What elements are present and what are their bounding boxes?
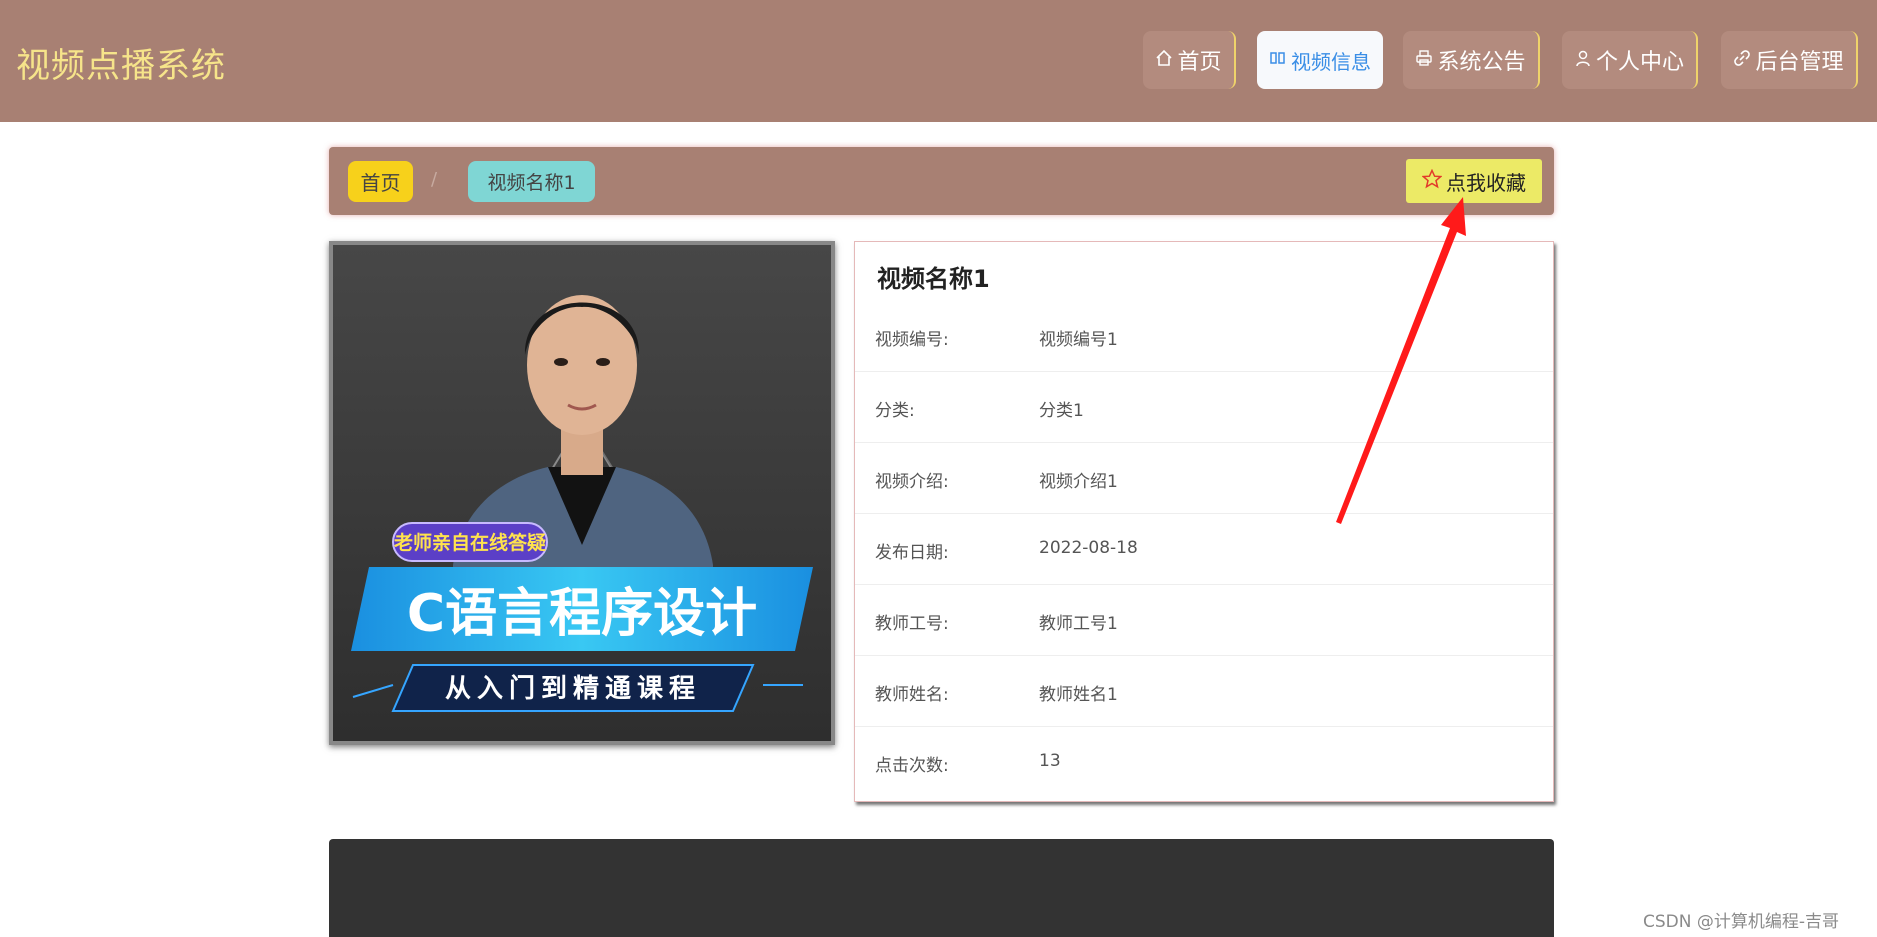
favorite-button-label: 点我收藏 — [1446, 170, 1526, 195]
nav-admin[interactable]: 后台管理 — [1721, 31, 1858, 89]
breadcrumb: 首页 / 视频名称1 点我收藏 — [329, 147, 1554, 215]
detail-row: 教师工号: 教师工号1 — [855, 585, 1553, 656]
detail-row: 视频编号: 视频编号1 — [855, 301, 1553, 372]
nav-profile-label: 个人中心 — [1595, 50, 1684, 75]
detail-value: 分类1 — [1039, 401, 1084, 421]
detail-row: 分类: 分类1 — [855, 372, 1553, 443]
nav-announcements[interactable]: 系统公告 — [1403, 31, 1540, 89]
cover-badge-text: 老师亲自在线答疑 — [394, 531, 546, 554]
printer-icon — [1415, 48, 1433, 73]
nav-home-label: 首页 — [1177, 50, 1222, 75]
user-icon — [1574, 48, 1592, 73]
nav-admin-label: 后台管理 — [1755, 50, 1844, 75]
top-header: 视频点播系统 首页 视频信息 系统公告 个人中心 后台管理 — [0, 0, 1877, 122]
nav-home[interactable]: 首页 — [1143, 31, 1236, 89]
app-title: 视频点播系统 — [16, 46, 226, 86]
detail-label: 发布日期: — [875, 543, 949, 563]
detail-label: 教师工号: — [875, 614, 949, 634]
cover-title-text: C语言程序设计 — [407, 584, 757, 644]
detail-label: 点击次数: — [875, 756, 949, 776]
watermark: CSDN @计算机编程-吉哥 — [1643, 912, 1840, 932]
detail-value: 教师工号1 — [1039, 614, 1118, 634]
detail-label: 教师姓名: — [875, 685, 949, 705]
detail-row: 点击次数: 13 — [855, 727, 1553, 798]
detail-value: 视频编号1 — [1039, 330, 1118, 350]
breadcrumb-current: 视频名称1 — [468, 161, 595, 202]
nav-video-info-label: 视频信息 — [1291, 49, 1371, 74]
detail-row: 教师姓名: 教师姓名1 — [855, 656, 1553, 727]
detail-row: 视频介绍: 视频介绍1 — [855, 443, 1553, 514]
breadcrumb-home-link[interactable]: 首页 — [348, 161, 413, 202]
home-icon — [1155, 48, 1173, 73]
video-cover-image: 老师亲自在线答疑 C语言程序设计 从入门到精通课程 — [329, 241, 835, 745]
nav-profile[interactable]: 个人中心 — [1562, 31, 1698, 89]
star-icon — [1421, 168, 1443, 194]
nav-announcements-label: 系统公告 — [1437, 50, 1526, 75]
detail-row: 发布日期: 2022-08-18 — [855, 514, 1553, 585]
breadcrumb-separator: / — [431, 169, 438, 190]
detail-value: 2022-08-18 — [1039, 538, 1138, 558]
nav-video-info[interactable]: 视频信息 — [1257, 31, 1383, 89]
detail-label: 分类: — [875, 401, 915, 421]
favorite-button[interactable]: 点我收藏 — [1406, 159, 1542, 203]
video-player-area[interactable] — [329, 839, 1554, 937]
cover-subtitle-text: 从入门到精通课程 — [445, 674, 701, 704]
video-title: 视频名称1 — [877, 265, 990, 293]
video-icon — [1269, 48, 1287, 72]
link-icon — [1733, 48, 1751, 73]
video-detail-panel: 视频名称1 视频编号: 视频编号1 分类: 分类1 视频介绍: 视频介绍1 发布… — [854, 241, 1554, 802]
detail-value: 视频介绍1 — [1039, 472, 1118, 492]
detail-label: 视频编号: — [875, 330, 949, 350]
detail-value: 教师姓名1 — [1039, 685, 1118, 705]
detail-value: 13 — [1039, 751, 1061, 771]
detail-label: 视频介绍: — [875, 472, 949, 492]
